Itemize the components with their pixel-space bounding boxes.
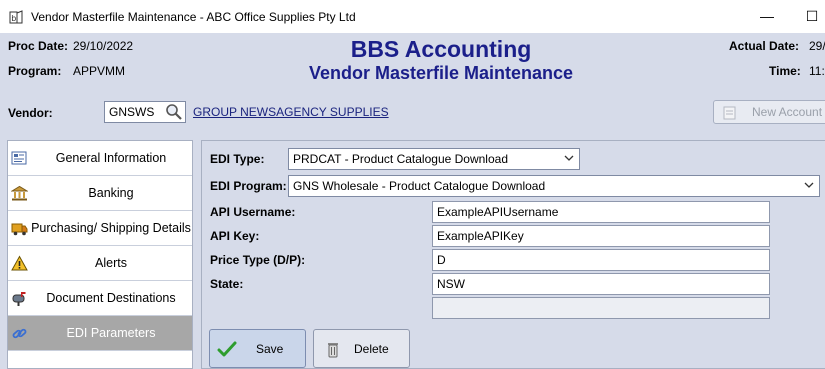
edi-type-value: PRDCAT - Product Catalogue Download <box>293 152 508 166</box>
api-username-input[interactable]: ExampleAPIUsername <box>432 201 770 223</box>
delete-button[interactable]: Delete <box>313 329 410 368</box>
save-button[interactable]: Save <box>209 329 306 368</box>
actual-date-label: Actual Date: <box>729 39 800 53</box>
sidebar-item-purchasing-shipping[interactable]: Purchasing/ Shipping Details <box>8 211 192 246</box>
title-bar: b Vendor Masterfile Maintenance - ABC Of… <box>0 0 825 33</box>
svg-text:b: b <box>11 14 16 23</box>
sidebar-item-banking[interactable]: Banking <box>8 176 192 211</box>
edi-parameters-panel: EDI Type: PRDCAT - Product Catalogue Dow… <box>201 140 825 369</box>
delete-label: Delete <box>354 342 389 356</box>
checkmark-icon <box>217 341 237 357</box>
time-label: Time: <box>769 64 801 78</box>
maximize-button[interactable]: ☐ <box>797 6 825 26</box>
mailbox-icon <box>12 292 26 306</box>
edi-program-select[interactable]: GNS Wholesale - Product Catalogue Downlo… <box>288 175 820 197</box>
window-title: Vendor Masterfile Maintenance - ABC Offi… <box>31 10 356 24</box>
warning-icon <box>11 255 28 271</box>
state-label: State: <box>210 277 244 291</box>
truck-icon <box>11 223 28 236</box>
bank-icon <box>11 185 28 201</box>
sidebar-item-document-destinations[interactable]: Document Destinations <box>8 281 192 316</box>
new-account-button[interactable]: New Account <box>713 100 825 124</box>
sidebar-item-label: Alerts <box>95 256 127 270</box>
page-header: Proc Date: 29/10/2022 Program: APPVMM BB… <box>0 33 825 95</box>
search-icon[interactable] <box>165 103 183 121</box>
vendor-label: Vendor: <box>8 106 53 120</box>
edi-type-label: EDI Type: <box>210 152 265 166</box>
state-input[interactable]: NSW <box>432 273 770 295</box>
sidebar-item-general-information[interactable]: General Information <box>8 141 192 176</box>
vendor-row: Vendor: GNSWS GROUP NEWSAGENCY SUPPLIES … <box>0 97 825 129</box>
api-username-label: API Username: <box>210 205 296 219</box>
sidebar-item-label: Purchasing/ Shipping Details <box>31 221 191 235</box>
trash-icon <box>328 343 338 358</box>
sidebar-item-label: Banking <box>88 186 134 200</box>
sidebar-item-label: General Information <box>55 151 167 165</box>
api-key-label: API Key: <box>210 229 260 243</box>
extra-parameter-input <box>432 297 770 319</box>
sidebar-item-label: Document Destinations <box>46 291 176 305</box>
edi-program-label: EDI Program: <box>210 179 287 193</box>
app-name: BBS Accounting <box>350 36 532 62</box>
edi-program-value: GNS Wholesale - Product Catalogue Downlo… <box>293 179 546 193</box>
price-type-input[interactable]: D <box>432 249 770 271</box>
actual-date-value: 29/ <box>809 39 825 53</box>
link-icon <box>12 328 27 339</box>
new-document-icon <box>723 106 736 120</box>
new-account-label: New Account <box>752 105 823 119</box>
sidebar: General Information Banking Purchasing/ … <box>7 140 193 369</box>
screen-name: Vendor Masterfile Maintenance <box>308 63 574 83</box>
chevron-down-icon <box>804 182 814 188</box>
time-value: 11: <box>809 64 825 78</box>
form-icon <box>11 151 27 165</box>
sidebar-item-label: EDI Parameters <box>66 326 156 340</box>
sidebar-item-edi-parameters[interactable]: EDI Parameters <box>8 316 192 351</box>
api-key-input[interactable]: ExampleAPIKey <box>432 225 770 247</box>
vendor-name-link[interactable]: GROUP NEWSAGENCY SUPPLIES <box>193 105 389 119</box>
minimize-button[interactable]: — <box>752 6 782 26</box>
chevron-down-icon <box>564 155 574 161</box>
sidebar-item-alerts[interactable]: Alerts <box>8 246 192 281</box>
app-icon: b <box>9 10 23 24</box>
save-label: Save <box>256 342 284 356</box>
price-type-label: Price Type (D/P): <box>210 253 306 267</box>
edi-type-select[interactable]: PRDCAT - Product Catalogue Download <box>288 148 580 170</box>
